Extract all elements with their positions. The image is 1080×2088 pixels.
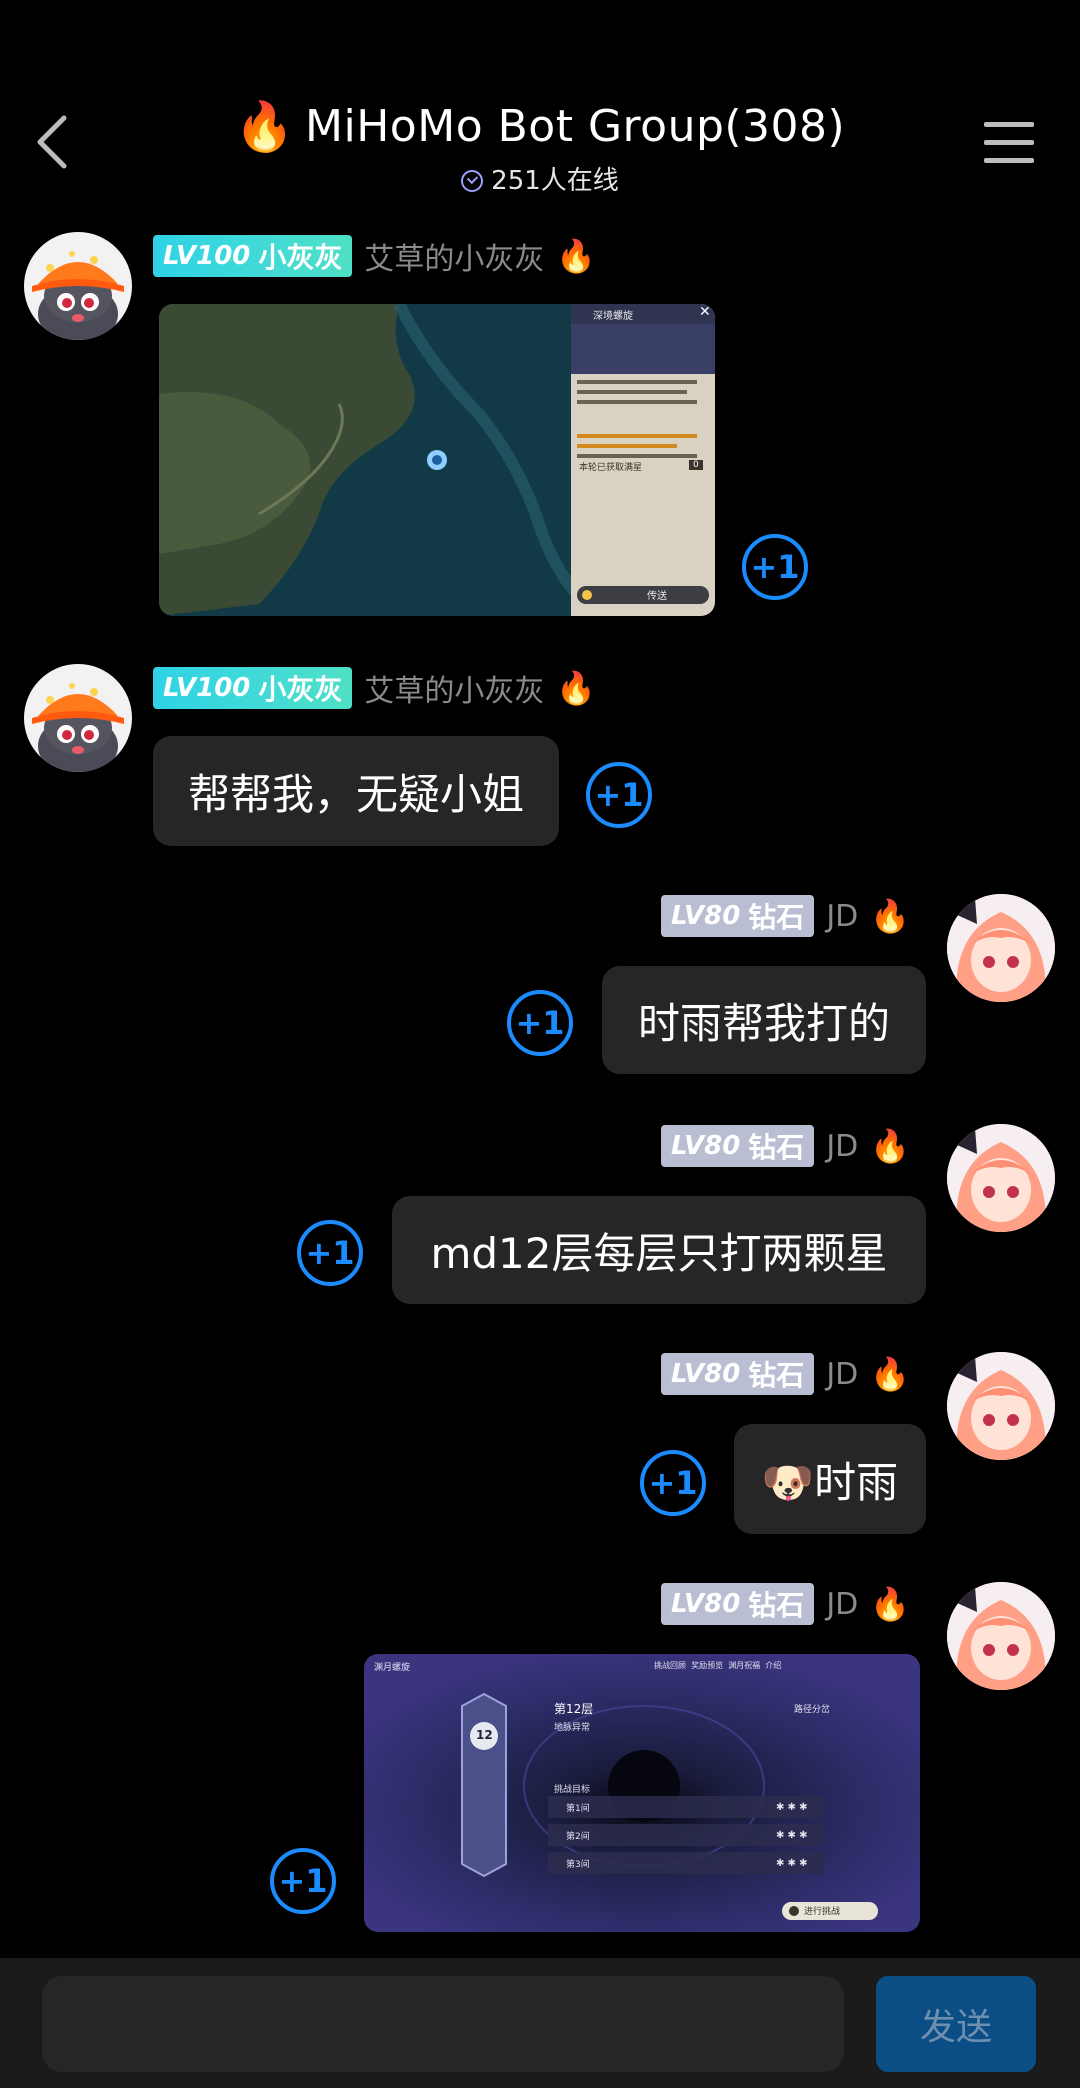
panel-title: 深境螺旋 xyxy=(593,311,633,322)
abyss-nav: 挑战回顾 奖励预览 渊月祝福 介绍 xyxy=(654,1660,781,1671)
level-badge: LV80 钻石 xyxy=(661,1583,815,1625)
message-bubble[interactable]: 帮帮我，无疑小姐 xyxy=(153,736,559,846)
abyss-floor-num: 12 xyxy=(476,1728,493,1742)
sender-line: LV100 小灰灰 艾草的小灰灰 🔥 xyxy=(153,666,596,710)
panel-teleport: 传送 xyxy=(647,591,667,602)
fire-icon: 🔥 xyxy=(234,99,296,155)
abyss-nav-item: 奖励预览 xyxy=(691,1661,724,1670)
fire-icon: 🔥 xyxy=(870,897,911,935)
sender-line: LV80 钻石 JD 🔥 xyxy=(661,1124,910,1168)
plus-one-button[interactable]: +1 xyxy=(507,990,573,1056)
star-icon: ✱ ✱ ✱ xyxy=(776,1858,808,1869)
online-label: 251人在线 xyxy=(491,166,619,196)
sender-line: LV100 小灰灰 艾草的小灰灰 🔥 xyxy=(153,234,596,278)
group-title: 🔥 MiHoMo Bot Group(308) xyxy=(235,98,845,155)
send-button[interactable]: 发送 xyxy=(876,1976,1036,2072)
abyss-nav-item: 介绍 xyxy=(765,1661,782,1670)
abyss-room: 第2间 xyxy=(566,1832,590,1842)
level-text: LV80 xyxy=(671,1359,741,1389)
badge-title: 钻石 xyxy=(748,1589,805,1622)
chat-header: 🔥 MiHoMo Bot Group(308) 251人在线 xyxy=(0,0,1080,200)
sender-line: LV80 钻石 JD 🔥 xyxy=(661,1582,910,1626)
star-icon: ✱ ✱ ✱ xyxy=(776,1830,808,1841)
panel-stars-label: 本轮已获取满星 xyxy=(579,463,643,473)
message-bubble[interactable]: 时雨帮我打的 xyxy=(602,966,926,1074)
close-icon: ✕ xyxy=(699,304,711,320)
abyss-room: 第3间 xyxy=(566,1860,590,1870)
shared-map-screenshot[interactable]: 深境螺旋 ✕ 本轮已获取满星 0 传送 xyxy=(159,304,715,616)
badge-title: 小灰灰 xyxy=(258,673,343,706)
plus-one-button[interactable]: +1 xyxy=(297,1220,363,1286)
level-badge: LV100 小灰灰 xyxy=(153,667,353,709)
abyss-floor: 第12层 xyxy=(554,1702,594,1716)
fire-icon: 🔥 xyxy=(556,237,597,275)
message-bubble[interactable]: 🐶时雨 xyxy=(734,1424,926,1534)
level-text: LV80 xyxy=(671,1589,741,1619)
panel-stars-count: 0 xyxy=(689,460,703,470)
input-bar: 发送 xyxy=(0,1958,1080,2088)
sender-nickname[interactable]: JD xyxy=(826,1129,858,1164)
level-badge: LV80 钻石 xyxy=(661,1125,815,1167)
badge-title: 钻石 xyxy=(748,1359,805,1392)
abyss-path: 路径分岔 xyxy=(794,1705,831,1715)
sender-nickname[interactable]: 艾草的小灰灰 xyxy=(364,666,544,710)
fire-icon: 🔥 xyxy=(870,1127,911,1165)
level-badge: LV80 钻石 xyxy=(661,1353,815,1395)
online-count: 251人在线 xyxy=(0,160,1080,197)
level-text: LV80 xyxy=(671,901,741,931)
fire-icon: 🔥 xyxy=(556,669,597,707)
level-text: LV80 xyxy=(671,1131,741,1161)
abyss-start: 进行挑战 xyxy=(804,1907,841,1917)
abyss-challenge: 挑战目标 xyxy=(554,1785,591,1795)
avatar[interactable] xyxy=(947,1352,1055,1460)
shared-abyss-screenshot[interactable]: 渊月螺旋 12 第12层 路径分岔 地脉异常 挑战目标 第1间 第2间 第3间 … xyxy=(364,1654,920,1932)
group-name: MiHoMo Bot Group(308) xyxy=(305,101,846,152)
abyss-room: 第1间 xyxy=(566,1804,590,1814)
badge-title: 钻石 xyxy=(748,901,805,934)
plus-one-button[interactable]: +1 xyxy=(270,1848,336,1914)
message-input[interactable] xyxy=(42,1976,844,2072)
avatar[interactable] xyxy=(947,1124,1055,1232)
sender-nickname[interactable]: JD xyxy=(826,1587,858,1622)
sender-nickname[interactable]: 艾草的小灰灰 xyxy=(364,234,544,278)
plus-one-button[interactable]: +1 xyxy=(742,534,808,600)
avatar[interactable] xyxy=(947,1582,1055,1690)
star-icon: ✱ ✱ ✱ xyxy=(776,1802,808,1813)
badge-title: 小灰灰 xyxy=(258,241,343,274)
sender-nickname[interactable]: JD xyxy=(826,899,858,934)
message-bubble[interactable]: md12层每层只打两颗星 xyxy=(392,1196,926,1304)
avatar[interactable] xyxy=(24,232,132,340)
fire-icon: 🔥 xyxy=(870,1355,911,1393)
abyss-anomaly: 地脉异常 xyxy=(554,1723,591,1733)
menu-icon[interactable] xyxy=(984,122,1034,164)
sender-line: LV80 钻石 JD 🔥 xyxy=(661,1352,910,1396)
avatar[interactable] xyxy=(24,664,132,772)
abyss-nav-item: 渊月祝福 xyxy=(728,1661,761,1670)
plus-one-button[interactable]: +1 xyxy=(586,762,652,828)
abyss-top-label: 渊月螺旋 xyxy=(374,1663,411,1673)
plus-one-button[interactable]: +1 xyxy=(640,1450,706,1516)
level-text: LV100 xyxy=(163,673,251,703)
check-circle-icon xyxy=(461,170,484,192)
avatar[interactable] xyxy=(947,894,1055,1002)
group-title-row: 🔥 MiHoMo Bot Group(308) xyxy=(0,98,1080,155)
sender-nickname[interactable]: JD xyxy=(826,1357,858,1392)
sender-line: LV80 钻石 JD 🔥 xyxy=(661,894,910,938)
abyss-nav-item: 挑战回顾 xyxy=(654,1661,686,1670)
badge-title: 钻石 xyxy=(748,1131,805,1164)
level-badge: LV80 钻石 xyxy=(661,895,815,937)
level-badge: LV100 小灰灰 xyxy=(153,235,353,277)
fire-icon: 🔥 xyxy=(870,1585,911,1623)
level-text: LV100 xyxy=(163,241,251,271)
